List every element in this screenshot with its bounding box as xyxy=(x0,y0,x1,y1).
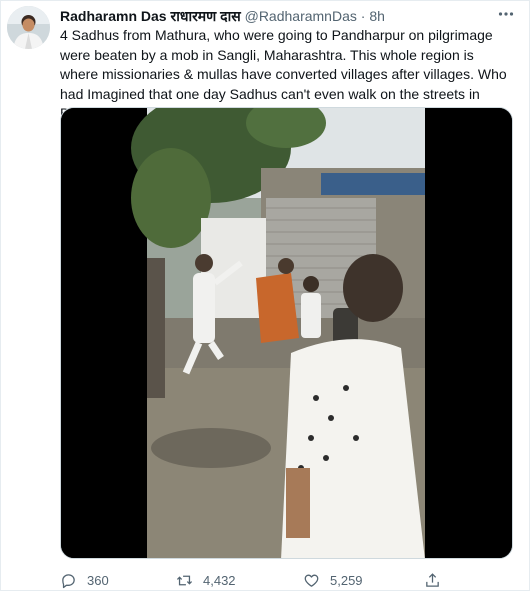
like-button[interactable]: 5,259 xyxy=(303,571,363,589)
author-handle[interactable]: @RadharamnDas xyxy=(245,8,357,24)
retweet-icon xyxy=(176,572,193,589)
reply-icon xyxy=(60,572,77,589)
avatar-image xyxy=(7,6,50,49)
retweet-count: 4,432 xyxy=(203,572,236,588)
reply-button[interactable]: 360 xyxy=(60,571,109,589)
separator-dot: · xyxy=(360,8,366,24)
reply-count: 360 xyxy=(87,572,109,588)
video-frame xyxy=(61,108,512,558)
retweet-button[interactable]: 4,432 xyxy=(176,571,236,589)
share-button[interactable] xyxy=(424,571,441,589)
tweet-actions: 360 4,432 5,259 xyxy=(60,571,480,589)
like-icon xyxy=(303,572,320,589)
like-count: 5,259 xyxy=(330,572,363,588)
share-icon xyxy=(424,572,441,589)
timestamp[interactable]: 8h xyxy=(369,8,385,24)
more-horizontal-icon[interactable] xyxy=(497,5,515,23)
tweet-card[interactable]: Radharamn Das राधारमण दास @RadharamnDas … xyxy=(0,0,530,591)
tweet-header: Radharamn Das राधारमण दास @RadharamnDas … xyxy=(60,7,499,26)
video-player[interactable] xyxy=(60,107,513,559)
author-name[interactable]: Radharamn Das राधारमण दास xyxy=(60,8,241,24)
avatar[interactable] xyxy=(7,6,50,49)
